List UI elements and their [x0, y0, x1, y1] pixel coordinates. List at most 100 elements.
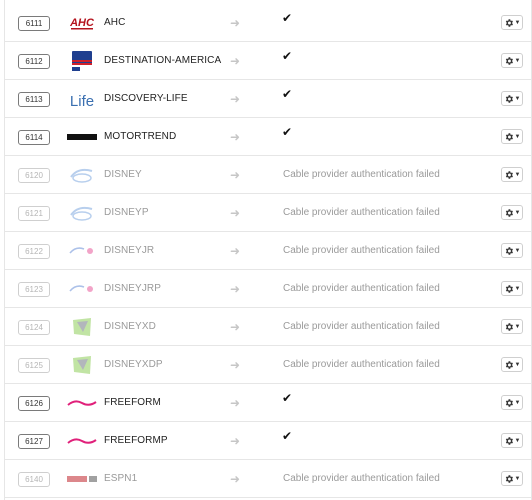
channel-number-badge: 6114 [18, 130, 50, 145]
freeform-logo [67, 429, 97, 453]
channel-name: DISNEYP [104, 207, 149, 218]
row-settings-button[interactable]: ▼ [501, 357, 523, 372]
disney-xd-logo [67, 315, 97, 339]
status-text: Cable provider authentication failed [283, 283, 440, 294]
channel-name: FREEFORM [104, 397, 161, 408]
table-row: 6140 ESPN1 ➜ Cable provider authentication … [5, 460, 531, 498]
destination-america-logo [67, 49, 97, 73]
caret-down-icon: ▼ [514, 285, 521, 292]
channel-name: DISNEYXD [104, 321, 156, 332]
gear-icon [504, 436, 514, 446]
svg-text:Life: Life [70, 93, 94, 110]
checkmark-icon: ✔ [282, 49, 293, 63]
table-row: 6124 DISNEYXD ➜ Cable provider authenticati… [5, 308, 531, 346]
espn-hd-logo [67, 467, 97, 491]
motortrend-logo [67, 125, 97, 149]
row-settings-button[interactable]: ▼ [501, 281, 523, 296]
channel-name: DISNEYXDP [104, 359, 163, 370]
caret-down-icon: ▼ [514, 19, 521, 26]
gear-icon [504, 246, 514, 256]
caret-down-icon: ▼ [514, 475, 521, 482]
channel-number-badge: 6111 [18, 16, 50, 31]
channel-number-badge: 6126 [18, 396, 50, 411]
channel-name: DISNEYJRP [104, 283, 162, 294]
caret-down-icon: ▼ [514, 437, 521, 444]
disney-channel-logo [67, 163, 97, 187]
row-settings-button[interactable]: ▼ [501, 205, 523, 220]
channel-name: MOTORTREND [104, 131, 177, 142]
gear-icon [504, 56, 514, 66]
arrow-right-icon: ➜ [230, 168, 241, 182]
caret-down-icon: ▼ [514, 133, 521, 140]
channel-number-badge: 6122 [18, 244, 50, 259]
caret-down-icon: ▼ [514, 399, 521, 406]
status-text: Cable provider authentication failed [283, 169, 440, 180]
status-text: Cable provider authentication failed [283, 321, 440, 332]
ahc-logo: AHC [67, 11, 97, 35]
row-settings-button[interactable]: ▼ [501, 395, 523, 410]
disney-channel-logo [67, 201, 97, 225]
channel-name: DISNEY [104, 169, 142, 180]
gear-icon [504, 322, 514, 332]
checkmark-icon: ✔ [282, 125, 293, 139]
caret-down-icon: ▼ [514, 361, 521, 368]
arrow-right-icon: ➜ [230, 244, 241, 258]
channel-name: DISNEYJR [104, 245, 155, 256]
gear-icon [504, 208, 514, 218]
freeform-logo [67, 391, 97, 415]
gear-icon [504, 284, 514, 294]
caret-down-icon: ▼ [514, 323, 521, 330]
channel-number-badge: 6123 [18, 282, 50, 297]
row-settings-button[interactable]: ▼ [501, 319, 523, 334]
channel-number-badge: 6124 [18, 320, 50, 335]
arrow-right-icon: ➜ [230, 206, 241, 220]
gear-icon [504, 170, 514, 180]
table-row: 6122 DISNEYJR ➜ Cable provider authenticati… [5, 232, 531, 270]
table-row: 6111 AHC AHC ➜ ✔ ▼ [5, 4, 531, 42]
arrow-right-icon: ➜ [230, 16, 241, 30]
table-row: 6127 FREEFORMP ➜ ✔ ▼ [5, 422, 531, 460]
gear-icon [504, 132, 514, 142]
row-settings-button[interactable]: ▼ [501, 15, 523, 30]
arrow-right-icon: ➜ [230, 130, 241, 144]
disney-junior-logo [67, 277, 97, 301]
table-row: 6120 DISNEY ➜ Cable provider authentication… [5, 156, 531, 194]
status-text: Cable provider authentication failed [283, 207, 440, 218]
channel-table: 6111 AHC AHC ➜ ✔ ▼ 6112 DESTINATION-AMERICA ➜ ✔ ▼ 6… [4, 0, 532, 500]
row-settings-button[interactable]: ▼ [501, 471, 523, 486]
table-row: 6112 DESTINATION-AMERICA ➜ ✔ ▼ [5, 42, 531, 80]
caret-down-icon: ▼ [514, 57, 521, 64]
arrow-right-icon: ➜ [230, 54, 241, 68]
row-settings-button[interactable]: ▼ [501, 243, 523, 258]
arrow-right-icon: ➜ [230, 472, 241, 486]
row-settings-button[interactable]: ▼ [501, 129, 523, 144]
status-text: Cable provider authentication failed [283, 473, 440, 484]
caret-down-icon: ▼ [514, 95, 521, 102]
arrow-right-icon: ➜ [230, 282, 241, 296]
caret-down-icon: ▼ [514, 247, 521, 254]
arrow-right-icon: ➜ [230, 434, 241, 448]
channel-number-badge: 6120 [18, 168, 50, 183]
disney-xd-logo [67, 353, 97, 377]
table-row: 6123 DISNEYJRP ➜ Cable provider authenticat… [5, 270, 531, 308]
channel-name: AHC [104, 17, 126, 28]
checkmark-icon: ✔ [282, 11, 293, 25]
table-row: 6113 Life DISCOVERY-LIFE ➜ ✔ ▼ [5, 80, 531, 118]
row-settings-button[interactable]: ▼ [501, 91, 523, 106]
caret-down-icon: ▼ [514, 171, 521, 178]
channel-name: DESTINATION-AMERICA [104, 55, 222, 66]
channel-number-badge: 6121 [18, 206, 50, 221]
status-text: Cable provider authentication failed [283, 245, 440, 256]
channel-number-badge: 6125 [18, 358, 50, 373]
row-settings-button[interactable]: ▼ [501, 167, 523, 182]
row-settings-button[interactable]: ▼ [501, 53, 523, 68]
caret-down-icon: ▼ [514, 209, 521, 216]
channel-name: ESPN1 [104, 473, 138, 484]
row-settings-button[interactable]: ▼ [501, 433, 523, 448]
table-row: 6125 DISNEYXDP ➜ Cable provider authenticat… [5, 346, 531, 384]
channel-number-badge: 6112 [18, 54, 50, 69]
table-row: 6126 FREEFORM ➜ ✔ ▼ [5, 384, 531, 422]
channel-number-badge: 6113 [18, 92, 50, 107]
table-row: 6114 MOTORTREND ➜ ✔ ▼ [5, 118, 531, 156]
gear-icon [504, 360, 514, 370]
